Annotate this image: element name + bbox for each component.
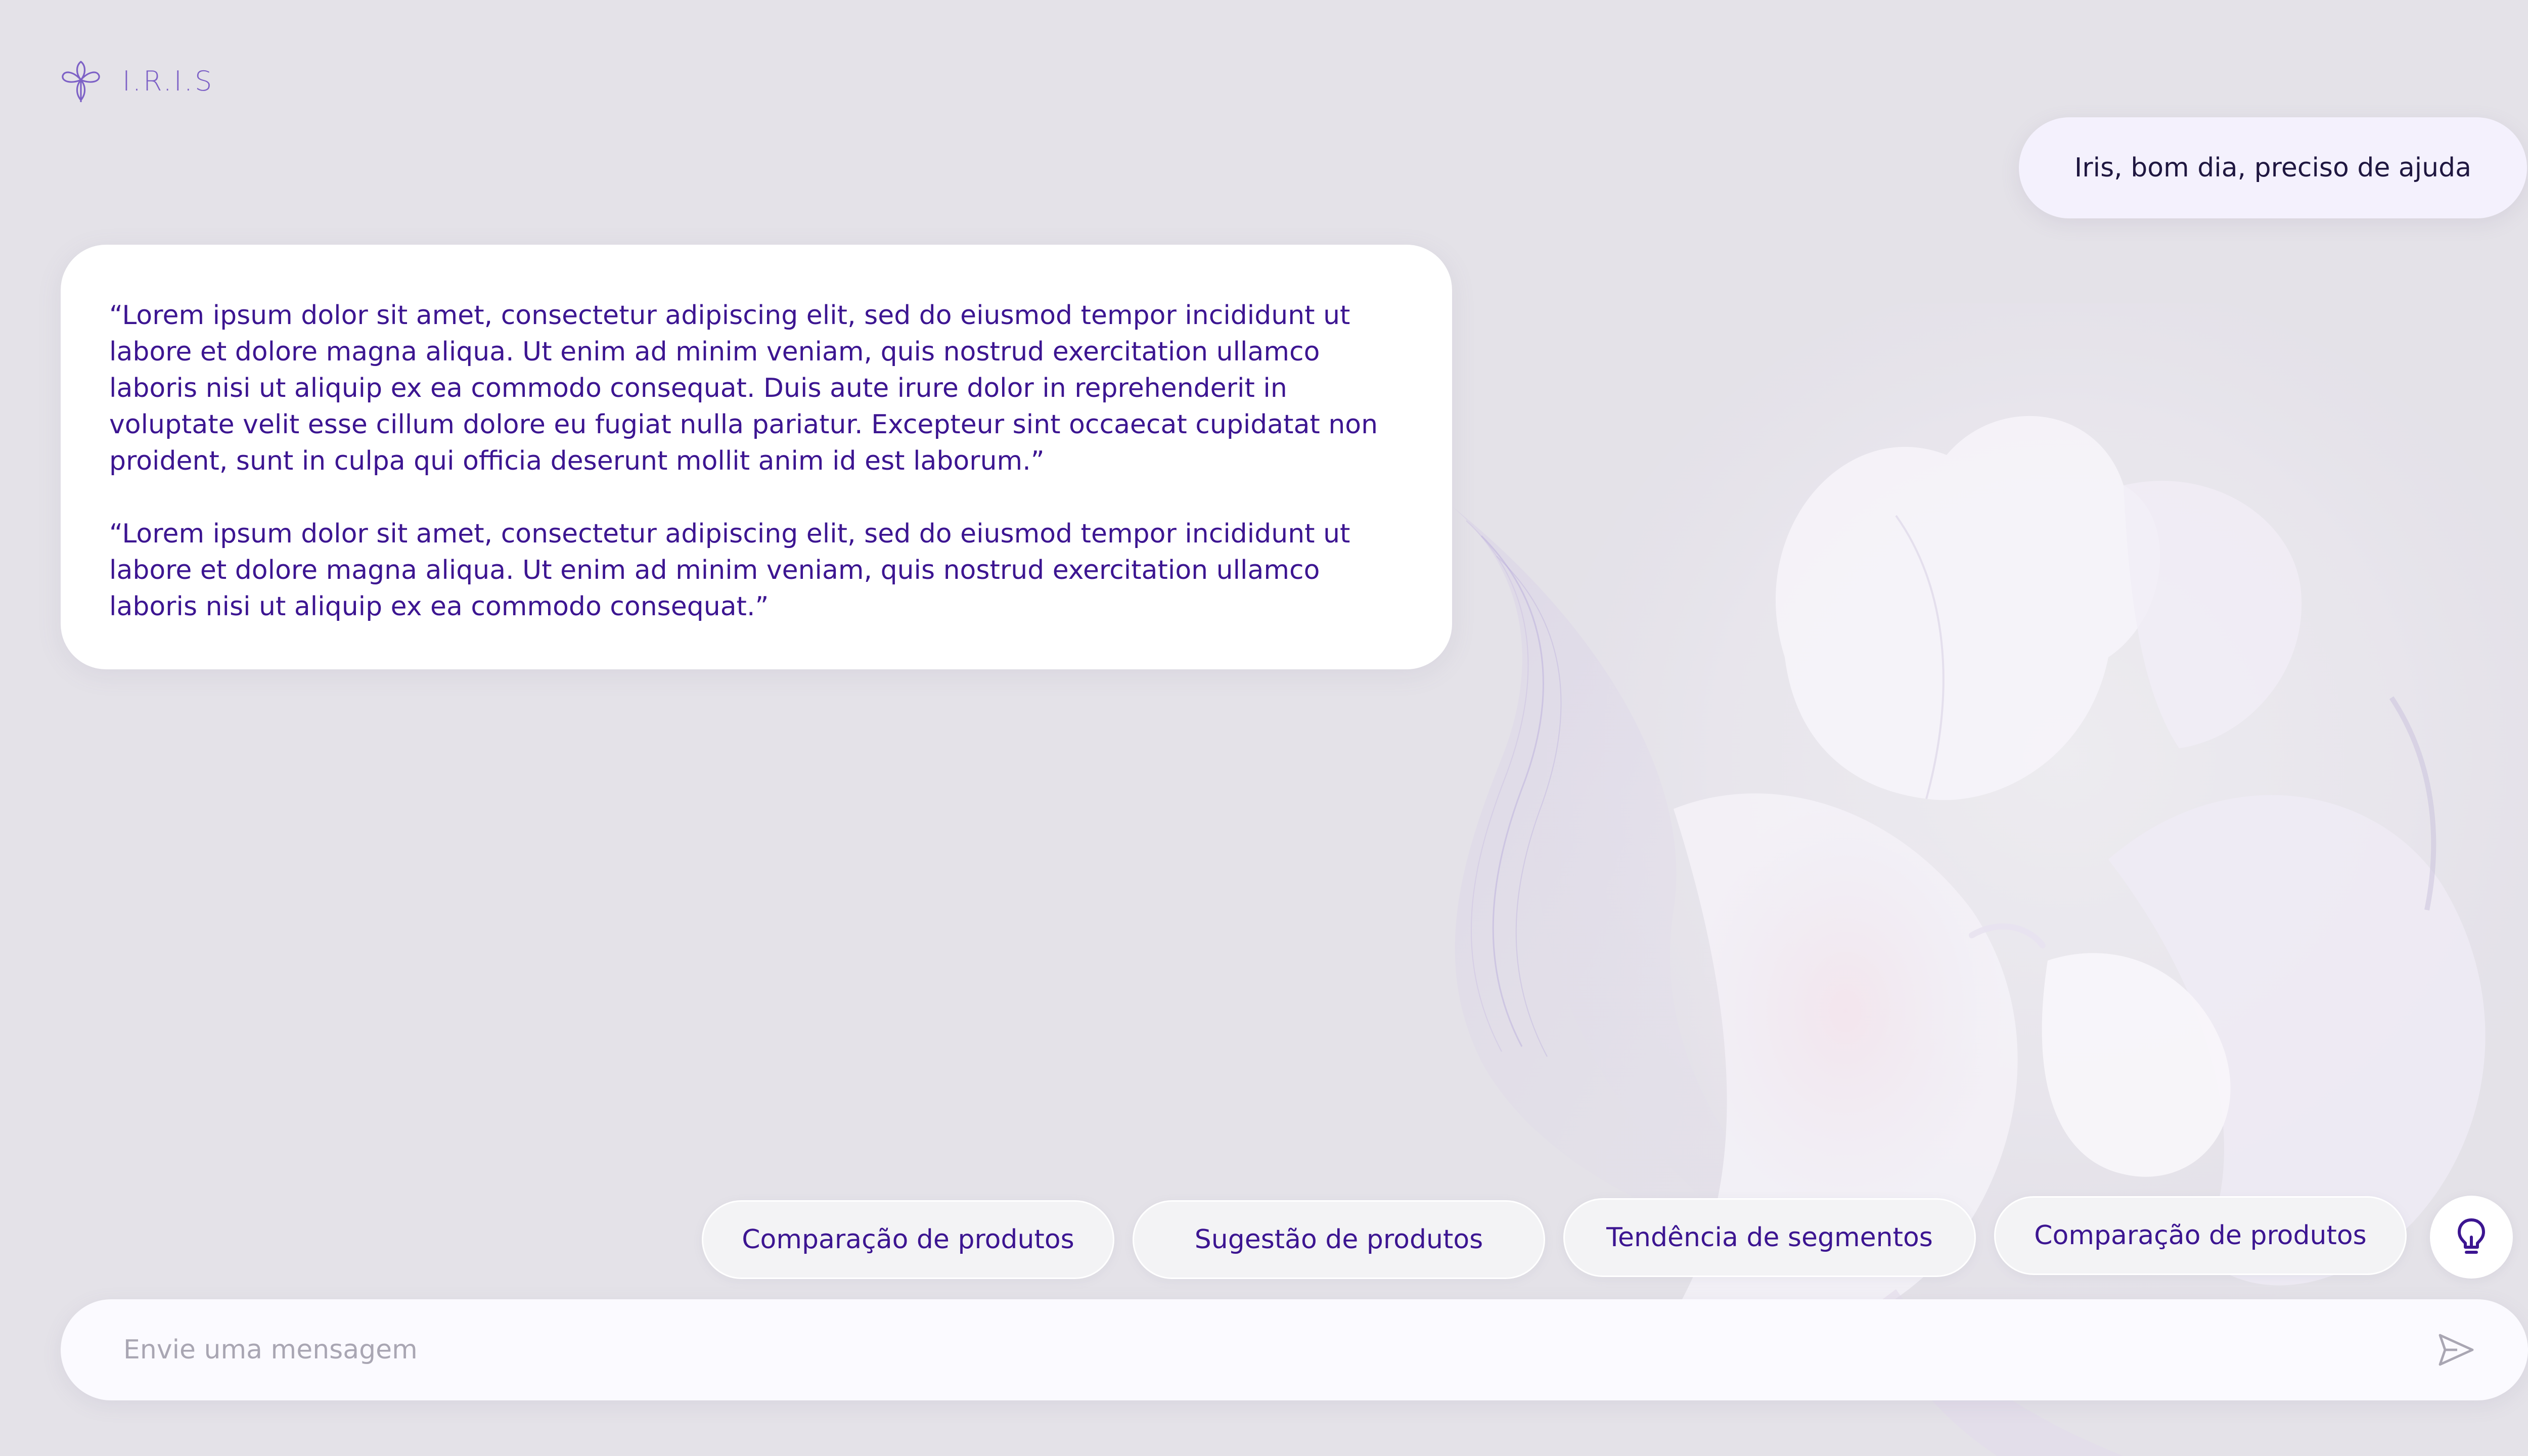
user-message-bubble: Iris, bom dia, preciso de ajuda <box>2018 117 2527 218</box>
app-logo: I.R.I.S <box>60 58 214 104</box>
user-message-text: Iris, bom dia, preciso de ajuda <box>2074 153 2471 183</box>
suggestion-chip-label: Sugestão de produtos <box>1194 1224 1483 1255</box>
iris-flower-illustration <box>1451 303 2528 1456</box>
send-button[interactable] <box>2435 1329 2477 1371</box>
message-composer <box>61 1299 2528 1400</box>
suggestions-toggle-button[interactable] <box>2430 1196 2513 1279</box>
app-name: I.R.I.S <box>122 65 214 97</box>
iris-flower-icon <box>62 61 100 102</box>
suggestion-chip-label: Tendência de segmentos <box>1606 1222 1933 1253</box>
lightbulb-icon <box>2458 1218 2485 1254</box>
send-icon <box>2439 1334 2474 1366</box>
suggestion-chip-comparacao-produtos[interactable]: Comparação de produtos <box>702 1200 1114 1279</box>
assistant-paragraph: “Lorem ipsum dolor sit amet, consectetur… <box>109 519 1350 622</box>
suggestion-chip-tendencia-segmentos[interactable]: Tendência de segmentos <box>1563 1198 1976 1277</box>
suggestion-chip-label: Comparação de produtos <box>2034 1220 2367 1251</box>
message-input[interactable] <box>122 1334 2435 1366</box>
suggestion-chip-comparacao-produtos-2[interactable]: Comparação de produtos <box>1994 1196 2407 1275</box>
assistant-paragraph: “Lorem ipsum dolor sit amet, consectetur… <box>109 300 1378 476</box>
suggestion-chip-sugestao-produtos[interactable]: Sugestão de produtos <box>1133 1200 1545 1279</box>
assistant-message-bubble: “Lorem ipsum dolor sit amet, consectetur… <box>61 245 1452 669</box>
suggestion-chip-label: Comparação de produtos <box>742 1224 1074 1255</box>
